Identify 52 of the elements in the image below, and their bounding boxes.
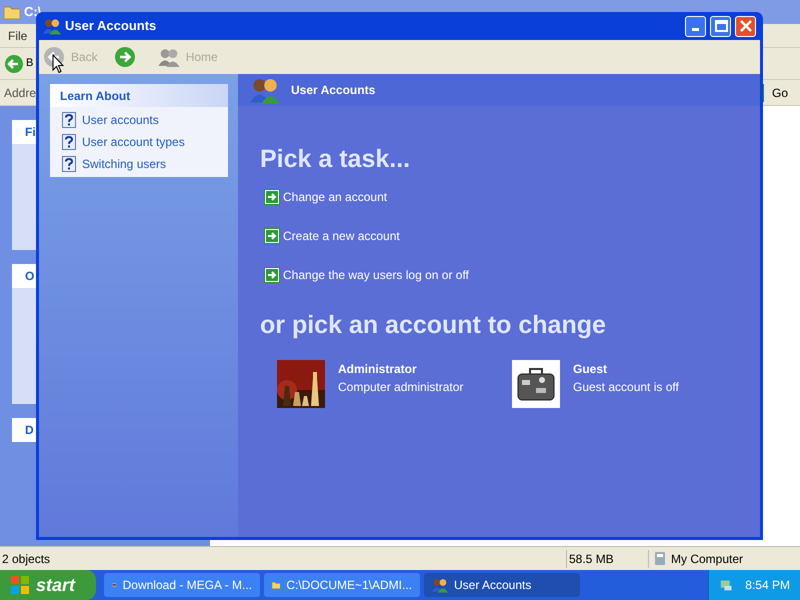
- suitcase-icon: [512, 360, 560, 408]
- users-icon: [43, 17, 61, 35]
- task-link[interactable]: Change the way users log on or off: [283, 266, 469, 284]
- users-icon: [158, 47, 180, 67]
- help-icon: [62, 134, 76, 150]
- task-link[interactable]: Change an account: [283, 188, 388, 206]
- taskbar-button[interactable]: Download - MEGA - M...: [104, 573, 260, 597]
- windows-flag-icon: [10, 575, 30, 595]
- address-label: Addre: [4, 84, 36, 102]
- account-tile[interactable]: Guest Guest account is off: [512, 360, 747, 408]
- clock: 8:54 PM: [745, 577, 790, 594]
- close-icon: [738, 19, 752, 33]
- section-heading: Pick a task...: [260, 144, 412, 174]
- status-text: 2 objects: [1, 550, 52, 568]
- minimize-button[interactable]: [685, 16, 706, 36]
- arrow-icon: [264, 267, 280, 283]
- account-name: Administrator: [338, 361, 418, 378]
- panel-title: D: [25, 422, 34, 439]
- help-link[interactable]: User account types: [82, 133, 185, 151]
- menu-item[interactable]: File: [8, 26, 28, 44]
- account-tile[interactable]: Administrator Computer administrator: [277, 360, 512, 408]
- close-button[interactable]: [735, 16, 756, 36]
- start-button[interactable]: start: [0, 570, 96, 600]
- users-icon: [249, 76, 281, 104]
- arrow-icon: [264, 189, 280, 205]
- back-button[interactable]: B: [4, 54, 34, 74]
- help-icon: [62, 112, 76, 128]
- panel-title: Learn About: [60, 88, 130, 104]
- computer-icon: [653, 550, 667, 566]
- account-description: Guest account is off: [573, 379, 679, 396]
- taskbar-button[interactable]: User Accounts: [424, 573, 580, 597]
- help-link[interactable]: User accounts: [82, 111, 159, 129]
- header-title: User Accounts: [291, 82, 376, 99]
- task-link[interactable]: Create a new account: [283, 227, 400, 245]
- help-link[interactable]: Switching users: [82, 155, 166, 173]
- section-heading: or pick an account to change: [260, 310, 607, 340]
- panel-title: Fi: [25, 124, 36, 141]
- arrow-icon: [264, 228, 280, 244]
- taskbar-button[interactable]: C:\DOCUME~1\ADMI...: [264, 573, 420, 597]
- account-name: Guest: [573, 361, 608, 378]
- folder-icon: [4, 5, 20, 19]
- account-description: Computer administrator: [338, 379, 464, 396]
- status-text: 58.5 MB: [566, 550, 648, 568]
- maximize-button[interactable]: [710, 16, 731, 36]
- maximize-icon: [714, 19, 728, 33]
- help-icon: [62, 156, 76, 172]
- pointer-icon: [52, 54, 64, 74]
- minimize-icon: [692, 28, 699, 31]
- users-icon: [432, 577, 448, 593]
- window-title: User Accounts: [65, 17, 156, 36]
- status-text: My Computer: [671, 550, 744, 568]
- panel-title: O: [25, 268, 34, 285]
